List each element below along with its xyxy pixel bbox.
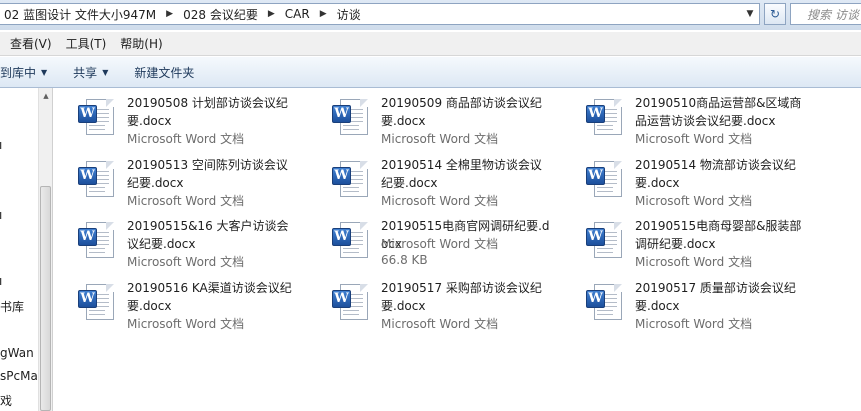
file-item[interactable]: W 20190515电商母婴部&服装部调研纪要.docx Microsoft Wor… [562, 211, 807, 271]
nav-item-games[interactable]: 戏 [0, 392, 12, 409]
word-document-icon: W [584, 159, 624, 199]
file-item[interactable]: W 20190516 KA渠道访谈会议纪要.docx Microsoft Word … [54, 273, 299, 333]
menu-view[interactable]: 查看(V) [0, 35, 59, 52]
file-size: 66.8 KB [381, 253, 428, 267]
file-name: 20190508 计划部访谈会议纪要.docx [127, 96, 288, 128]
file-name: 20190516 KA渠道访谈会议纪要.docx [127, 281, 292, 313]
share-button[interactable]: 共享 ▼ [60, 64, 121, 81]
address-bar-row: 02 蓝图设计 文件大小947M ▶ 028 会议纪要 ▶ CAR ▶ 访谈 ▼… [0, 0, 861, 30]
file-item[interactable]: W 20190513 空间陈列访谈会议纪要.docx Microsoft Word … [54, 150, 299, 210]
chevron-down-icon: ▼ [102, 67, 109, 77]
breadcrumb-separator-icon[interactable]: ▶ [314, 9, 333, 19]
file-item[interactable]: W 20190510商品运营部&区域商品运营访谈会议纪要.docx Microsof… [562, 88, 807, 148]
menu-tools[interactable]: 工具(T) [59, 35, 114, 52]
include-in-library-button[interactable]: 到库中 ▼ [0, 64, 60, 81]
file-item[interactable]: W 20190514 全棉里物访谈会议纪要.docx Microsoft Word … [308, 150, 553, 210]
file-item[interactable]: W 20190517 采购部访谈会议纪要.docx Microsoft Word 文… [308, 273, 553, 333]
file-name: 20190515&16 大客户访谈会议纪要.docx [127, 219, 289, 251]
file-type: Microsoft Word 文档 [635, 132, 753, 146]
menu-bar: 查看(V) 工具(T) 帮助(H) [0, 32, 861, 56]
file-type: Microsoft Word 文档 [381, 317, 499, 331]
file-type: Microsoft Word 文档 [127, 255, 245, 269]
nav-fragment-icon: ı [0, 274, 3, 288]
scroll-up-icon[interactable]: ▲ [39, 88, 53, 104]
file-type: Microsoft Word 文档 [127, 317, 245, 331]
command-toolbar: 到库中 ▼ 共享 ▼ 新建文件夹 [0, 57, 861, 88]
address-dropdown-icon[interactable]: ▼ [741, 4, 759, 24]
search-input[interactable]: 搜索 访谈 [790, 3, 861, 25]
file-name: 20190514 全棉里物访谈会议纪要.docx [381, 158, 542, 190]
navigation-scrollbar[interactable]: ▲ [38, 88, 53, 411]
file-item[interactable]: W 20190515电商官网调研纪要.docx 66.8 KB Microsoft W… [308, 211, 553, 271]
new-folder-label: 新建文件夹 [134, 65, 195, 80]
nav-item-computer[interactable]: sPcMa [0, 369, 38, 383]
file-name: 20190514 物流部访谈会议纪要.docx [635, 158, 796, 190]
word-document-icon: W [330, 97, 370, 137]
file-type: Microsoft Word 文档 [381, 194, 499, 208]
file-type: Microsoft Word 文档 [381, 237, 499, 251]
refresh-icon: ↻ [769, 7, 781, 21]
search-placeholder: 搜索 访谈 [807, 7, 859, 22]
file-type: Microsoft Word 文档 [635, 317, 753, 331]
scrollbar-thumb[interactable] [40, 186, 51, 411]
word-document-icon: W [584, 220, 624, 260]
word-document-icon: W [76, 282, 116, 322]
word-document-icon: W [584, 97, 624, 137]
breadcrumb-item[interactable]: 访谈 [333, 6, 365, 23]
file-item[interactable]: W 20190517 质量部访谈会议纪要.docx Microsoft Word 文… [562, 273, 807, 333]
word-document-icon: W [76, 159, 116, 199]
file-type: Microsoft Word 文档 [635, 194, 753, 208]
file-name: 20190513 空间陈列访谈会议纪要.docx [127, 158, 288, 190]
file-type: Microsoft Word 文档 [635, 255, 753, 269]
breadcrumb-separator-icon[interactable]: ▶ [160, 9, 179, 19]
chevron-down-icon: ▼ [41, 67, 48, 77]
breadcrumb-item[interactable]: CAR [281, 7, 314, 21]
file-item[interactable]: W 20190515&16 大客户访谈会议纪要.docx Microsoft Wor… [54, 211, 299, 271]
file-name: 20190510商品运营部&区域商品运营访谈会议纪要.docx [635, 96, 802, 128]
address-bar[interactable]: 02 蓝图设计 文件大小947M ▶ 028 会议纪要 ▶ CAR ▶ 访谈 ▼ [0, 3, 760, 25]
word-document-icon: W [330, 159, 370, 199]
menu-help[interactable]: 帮助(H) [113, 35, 169, 52]
file-item[interactable]: W 20190514 物流部访谈会议纪要.docx Microsoft Word 文… [562, 150, 807, 210]
breadcrumb-item[interactable]: 028 会议纪要 [179, 6, 262, 23]
refresh-button[interactable]: ↻ [764, 3, 786, 25]
breadcrumb-item[interactable]: 02 蓝图设计 文件大小947M [0, 6, 160, 23]
new-folder-button[interactable]: 新建文件夹 [121, 64, 207, 81]
breadcrumb-separator-icon[interactable]: ▶ [262, 9, 281, 19]
file-type: Microsoft Word 文档 [127, 132, 245, 146]
file-list: W 20190508 计划部访谈会议纪要.docx Microsoft Word 文… [54, 88, 861, 411]
file-name: 20190517 质量部访谈会议纪要.docx [635, 281, 796, 313]
file-name: 20190517 采购部访谈会议纪要.docx [381, 281, 542, 313]
nav-fragment-icon: ı [0, 138, 3, 152]
word-document-icon: W [330, 220, 370, 260]
nav-item-libraries[interactable]: 书库 [0, 298, 24, 315]
include-in-library-label: 到库中 [0, 65, 37, 80]
file-name: 20190515电商母婴部&服装部调研纪要.docx [635, 219, 802, 251]
navigation-pane: ı ı ı 书库 gWan sPcMa 戏 [0, 88, 38, 411]
file-item[interactable]: W 20190509 商品部访谈会议纪要.docx Microsoft Word 文… [308, 88, 553, 148]
nav-item-user[interactable]: gWan [0, 346, 34, 360]
file-type: Microsoft Word 文档 [127, 194, 245, 208]
share-label: 共享 [73, 65, 98, 80]
word-document-icon: W [330, 282, 370, 322]
word-document-icon: W [76, 97, 116, 137]
file-type: Microsoft Word 文档 [381, 132, 499, 146]
nav-fragment-icon: ı [0, 208, 3, 222]
word-document-icon: W [584, 282, 624, 322]
file-name: 20190509 商品部访谈会议纪要.docx [381, 96, 542, 128]
word-document-icon: W [76, 220, 116, 260]
file-item[interactable]: W 20190508 计划部访谈会议纪要.docx Microsoft Word 文… [54, 88, 299, 148]
